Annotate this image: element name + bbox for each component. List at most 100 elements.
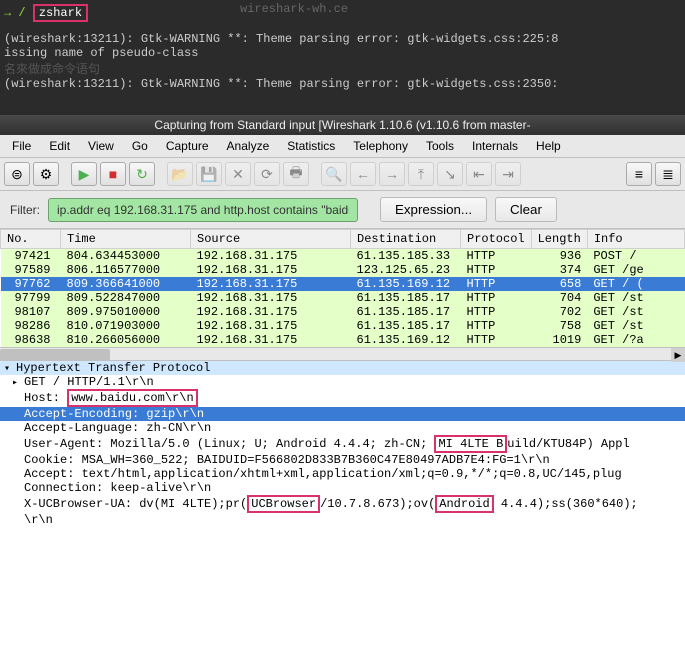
menu-bar: File Edit View Go Capture Analyze Statis…: [0, 135, 685, 158]
scrollbar-arrow-right[interactable]: ▶: [671, 348, 685, 362]
cell-src: 192.168.31.175: [191, 319, 351, 333]
cell-info: GET /st: [587, 305, 684, 319]
detail-accept-encoding[interactable]: Accept-Encoding: gzip\r\n: [0, 407, 685, 421]
cell-time: 809.366641000: [61, 277, 191, 291]
table-row[interactable]: 98107809.975010000192.168.31.17561.135.1…: [1, 305, 685, 319]
cell-len: 936: [531, 249, 587, 264]
window-title: Capturing from Standard input [Wireshark…: [0, 115, 685, 135]
cell-info: GET /?a: [587, 333, 684, 347]
scrollbar-thumb[interactable]: [0, 349, 110, 361]
cell-no: 97799: [1, 291, 61, 305]
restart-capture-icon[interactable]: ↻: [129, 162, 155, 186]
stop-capture-icon[interactable]: ■: [100, 162, 126, 186]
packet-detail-pane[interactable]: Hypertext Transfer Protocol GET / HTTP/1…: [0, 361, 685, 527]
col-header-protocol[interactable]: Protocol: [461, 230, 532, 249]
menu-file[interactable]: File: [4, 137, 39, 155]
col-header-time[interactable]: Time: [61, 230, 191, 249]
detail-cookie[interactable]: Cookie: MSA_WH=360_522; BAIDUID=F566802D…: [0, 453, 685, 467]
terminal-warning-1b: issing name of pseudo-class: [4, 46, 681, 60]
find-icon: 🔍: [321, 162, 347, 186]
cell-proto: HTTP: [461, 249, 532, 264]
toolbar: ⊜ ⚙ ▶ ■ ↻ 📂 💾 ✕ ⟳ 🖶 🔍 ← → ⤒ ↘ ⇤ ⇥ ≡ ≣: [0, 158, 685, 191]
clear-button[interactable]: Clear: [495, 197, 557, 222]
detail-user-agent[interactable]: User-Agent: Mozilla/5.0 (Linux; U; Andro…: [0, 435, 685, 453]
detail-request-line[interactable]: GET / HTTP/1.1\r\n: [0, 375, 685, 389]
detail-host-label: Host:: [24, 391, 67, 405]
menu-go[interactable]: Go: [124, 137, 156, 155]
colorize-icon[interactable]: ≡: [626, 162, 652, 186]
save-icon: 💾: [196, 162, 222, 186]
cell-src: 192.168.31.175: [191, 277, 351, 291]
cell-proto: HTTP: [461, 277, 532, 291]
menu-tools[interactable]: Tools: [418, 137, 462, 155]
forward-icon: →: [379, 162, 405, 186]
start-capture-icon[interactable]: ▶: [71, 162, 97, 186]
cell-dst: 61.135.185.33: [351, 249, 461, 264]
table-row[interactable]: 98638810.266056000192.168.31.17561.135.1…: [1, 333, 685, 347]
cell-time: 809.522847000: [61, 291, 191, 305]
table-row[interactable]: 97799809.522847000192.168.31.17561.135.1…: [1, 291, 685, 305]
menu-analyze[interactable]: Analyze: [219, 137, 278, 155]
close-icon: ✕: [225, 162, 251, 186]
cell-len: 1019: [531, 333, 587, 347]
table-row[interactable]: 97589806.116577000192.168.31.175123.125.…: [1, 263, 685, 277]
menu-telephony[interactable]: Telephony: [345, 137, 416, 155]
detail-connection[interactable]: Connection: keep-alive\r\n: [0, 481, 685, 495]
table-row[interactable]: 97762809.366641000192.168.31.17561.135.1…: [1, 277, 685, 291]
cell-proto: HTTP: [461, 263, 532, 277]
cell-src: 192.168.31.175: [191, 263, 351, 277]
terminal-warning-1a: (wireshark:13211): Gtk-WARNING **: Theme…: [4, 32, 681, 46]
cell-time: 809.975010000: [61, 305, 191, 319]
cell-src: 192.168.31.175: [191, 333, 351, 347]
cell-len: 758: [531, 319, 587, 333]
col-header-length[interactable]: Length: [531, 230, 587, 249]
interfaces-icon[interactable]: ⊜: [4, 162, 30, 186]
menu-help[interactable]: Help: [528, 137, 569, 155]
expression-button[interactable]: Expression...: [380, 197, 487, 222]
terminal-pane: → / zshark wireshark-wh.ce (wireshark:13…: [0, 0, 685, 115]
options-icon[interactable]: ⚙: [33, 162, 59, 186]
cell-info: GET /st: [587, 319, 684, 333]
cell-info: GET /st: [587, 291, 684, 305]
detail-crlf[interactable]: \r\n: [0, 513, 685, 527]
detail-proto-header[interactable]: Hypertext Transfer Protocol: [0, 361, 685, 375]
detail-x-ucbrowser[interactable]: X-UCBrowser-UA: dv(MI 4LTE);pr(UCBrowser…: [0, 495, 685, 513]
cell-time: 806.116577000: [61, 263, 191, 277]
filter-input[interactable]: [48, 198, 358, 222]
jump-icon: ⤒: [408, 162, 434, 186]
filter-bar: Filter: Expression... Clear: [0, 191, 685, 229]
cell-info: POST /: [587, 249, 684, 264]
last-icon: ⇥: [495, 162, 521, 186]
xuc-os-box: Android: [435, 495, 493, 513]
col-header-source[interactable]: Source: [191, 230, 351, 249]
menu-internals[interactable]: Internals: [464, 137, 526, 155]
terminal-command: zshark: [33, 4, 88, 22]
xuc-pre: X-UCBrowser-UA: dv(MI 4LTE);pr(: [24, 497, 247, 511]
print-icon: 🖶: [283, 162, 309, 186]
xuc-mid: /10.7.8.673);ov(: [320, 497, 435, 511]
cell-dst: 61.135.185.17: [351, 319, 461, 333]
back-icon: ←: [350, 162, 376, 186]
cell-proto: HTTP: [461, 305, 532, 319]
detail-accept-language[interactable]: Accept-Language: zh-CN\r\n: [0, 421, 685, 435]
packet-scrollbar[interactable]: ▶: [0, 347, 685, 361]
menu-statistics[interactable]: Statistics: [279, 137, 343, 155]
table-row[interactable]: 97421804.634453000192.168.31.17561.135.1…: [1, 249, 685, 264]
col-header-destination[interactable]: Destination: [351, 230, 461, 249]
table-row[interactable]: 98286810.071903000192.168.31.17561.135.1…: [1, 319, 685, 333]
detail-accept[interactable]: Accept: text/html,application/xhtml+xml,…: [0, 467, 685, 481]
first-icon: ⇤: [466, 162, 492, 186]
menu-capture[interactable]: Capture: [158, 137, 217, 155]
cell-proto: HTTP: [461, 333, 532, 347]
menu-edit[interactable]: Edit: [41, 137, 78, 155]
col-header-info[interactable]: Info: [587, 230, 684, 249]
auto-scroll-icon[interactable]: ≣: [655, 162, 681, 186]
col-header-no[interactable]: No.: [1, 230, 61, 249]
detail-host[interactable]: Host: www.baidu.com\r\n: [0, 389, 685, 407]
cell-no: 97589: [1, 263, 61, 277]
cell-dst: 123.125.65.23: [351, 263, 461, 277]
terminal-prompt: → /: [4, 6, 26, 20]
packet-table[interactable]: No. Time Source Destination Protocol Len…: [0, 229, 685, 347]
menu-view[interactable]: View: [80, 137, 122, 155]
cell-src: 192.168.31.175: [191, 291, 351, 305]
